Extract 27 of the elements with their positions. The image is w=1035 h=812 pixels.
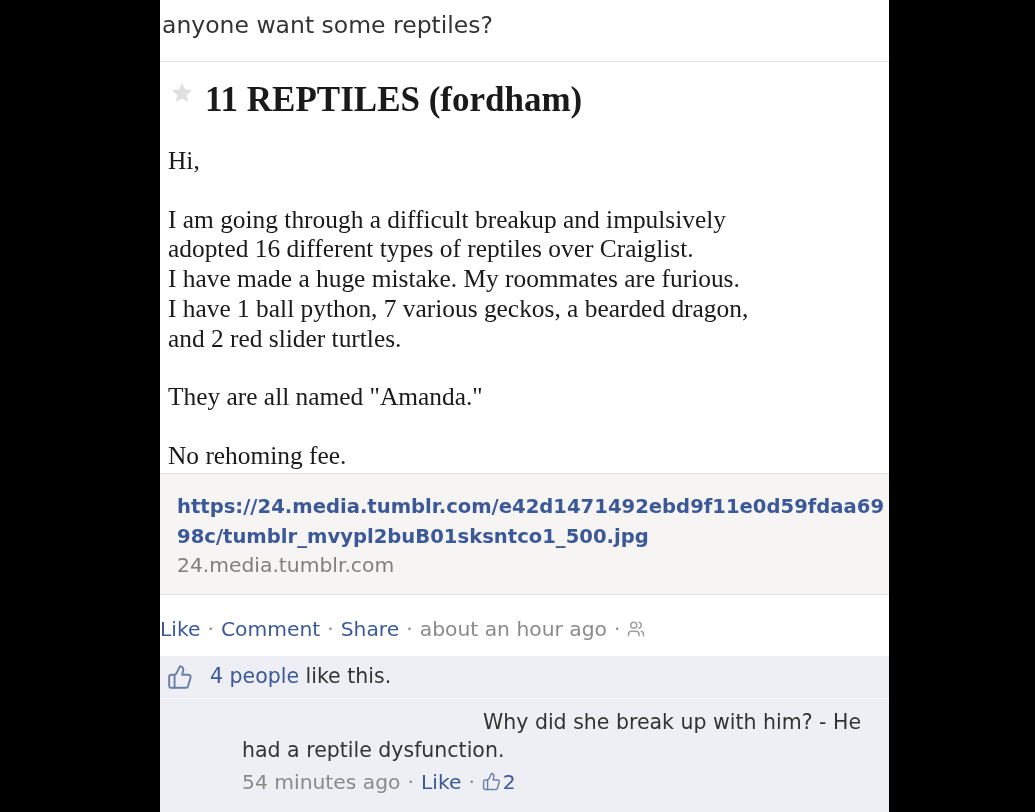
separator: · [406, 615, 413, 643]
post-text: anyone want some reptiles? [162, 10, 494, 41]
people-link[interactable]: 4 people [210, 664, 300, 689]
comment-text: Why did she break up with him? - He had a reptile dysfunction. [242, 708, 863, 764]
listing-title: 11 REPTILES (fordham) [205, 80, 583, 120]
thumbs-up-icon[interactable] [167, 663, 193, 690]
like-link[interactable]: Like [160, 613, 201, 645]
listing-paragraph: Hi, [168, 146, 201, 176]
separator: · [207, 615, 214, 643]
comment-like-count[interactable]: 2 [502, 768, 516, 795]
comment-like-link[interactable]: Like [420, 768, 462, 795]
listing-paragraph: I am going through a difficult breakup and impulsively adopted 16 different types of reptiles over Craiglist. I have made a huge mistake. My roommates are furious. I have 1 ball python, 7 various geckos, a bearded dragon, and 2 red slider turtles. [168, 204, 750, 354]
timestamp[interactable]: about an hour ago [419, 613, 607, 645]
separator: · [407, 768, 414, 795]
share-link[interactable]: Share [340, 613, 400, 645]
listing-paragraph: No rehoming fee. [168, 440, 348, 471]
star-icon[interactable] [172, 83, 192, 102]
listing-paragraph: They are all named "Amanda." [168, 382, 484, 412]
link-url[interactable]: https://24.media.tumblr.com/e42d1471492ebd9f11e0d59fdaa6998c/tumblr_mvypl2buB01sksntco1_500.jpg [177, 491, 889, 552]
separator: · [468, 768, 475, 795]
separator: · [614, 615, 621, 643]
people-icon[interactable] [627, 620, 646, 639]
likes-sentence: 4 people like this. [210, 663, 392, 691]
comment-link[interactable]: Comment [220, 613, 321, 645]
separator: · [327, 615, 334, 643]
thumbs-up-icon[interactable] [481, 772, 501, 792]
link-domain: 24.media.tumblr.com [177, 551, 395, 578]
